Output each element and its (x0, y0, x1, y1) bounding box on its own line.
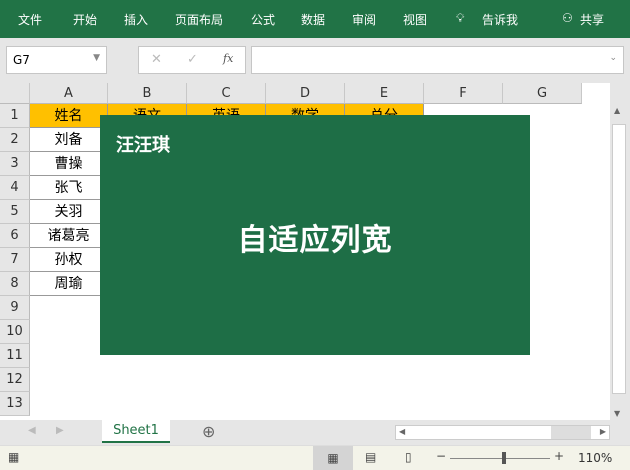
page-layout-view-icon[interactable]: ▤ (365, 450, 376, 464)
overlay-title: 自适应列宽 (237, 223, 393, 258)
row-header-4[interactable]: 4 (0, 176, 30, 200)
scroll-thumb[interactable] (612, 124, 626, 394)
sheet-tab-bar: ◀ ▶ Sheet1 ⊕ ◀ ▶ (0, 420, 630, 445)
tab-file[interactable]: 文件 (18, 11, 42, 28)
horizontal-scrollbar[interactable]: ◀ ▶ (395, 425, 610, 440)
tab-page-layout[interactable]: 页面布局 (175, 11, 223, 28)
title-overlay: 汪汪琪 自适应列宽 (100, 115, 530, 355)
column-header-D[interactable]: D (266, 83, 345, 104)
select-all-button[interactable] (0, 83, 30, 104)
tab-review[interactable]: 审阅 (352, 11, 376, 28)
name-box-value: G7 (13, 53, 30, 67)
name-cell[interactable]: 诸葛亮 (30, 224, 108, 248)
scroll-up-icon[interactable]: ▲ (614, 106, 620, 115)
tab-view[interactable]: 视图 (403, 11, 427, 28)
name-cell[interactable]: 刘备 (30, 128, 108, 152)
next-sheet-icon[interactable]: ▶ (56, 425, 64, 436)
row-header-1[interactable]: 1 (0, 104, 30, 128)
scroll-right-icon[interactable]: ▶ (600, 427, 606, 436)
status-bar: ▦ ▦ ▤ ▯ − + 110% (0, 445, 630, 470)
user-icon[interactable]: ⚇ (562, 11, 573, 25)
ribbon: 文件 开始 插入 页面布局 公式 数据 审阅 视图 💡︎ 告诉我 ⚇ 共享 (0, 0, 630, 38)
chevron-down-icon[interactable]: ▼ (93, 53, 100, 63)
column-header-F[interactable]: F (424, 83, 503, 104)
row-header-7[interactable]: 7 (0, 248, 30, 272)
zoom-level[interactable]: 110% (578, 451, 612, 465)
tab-home[interactable]: 开始 (73, 11, 97, 28)
sheet-tab-sheet1[interactable]: Sheet1 (102, 420, 170, 443)
tab-data[interactable]: 数据 (301, 11, 325, 28)
tab-insert[interactable]: 插入 (124, 11, 148, 28)
column-header-B[interactable]: B (108, 83, 187, 104)
name-cell[interactable]: 关羽 (30, 200, 108, 224)
page-break-view-icon[interactable]: ▯ (405, 450, 412, 464)
column-header-C[interactable]: C (187, 83, 266, 104)
zoom-slider-thumb[interactable] (502, 452, 506, 464)
cancel-icon[interactable]: ✕ (151, 52, 162, 67)
share-button[interactable]: 共享 (580, 11, 604, 28)
tab-formulas[interactable]: 公式 (251, 11, 275, 28)
row-header-3[interactable]: 3 (0, 152, 30, 176)
column-header-E[interactable]: E (345, 83, 424, 104)
row-header-11[interactable]: 11 (0, 344, 30, 368)
column-header-A[interactable]: A (30, 83, 108, 104)
scroll-down-icon[interactable]: ▼ (614, 409, 620, 418)
row-header-13[interactable]: 13 (0, 392, 30, 416)
row-header-9[interactable]: 9 (0, 296, 30, 320)
row-header-12[interactable]: 12 (0, 368, 30, 392)
name-cell[interactable]: 张飞 (30, 176, 108, 200)
zoom-out-button[interactable]: − (436, 449, 446, 463)
name-cell[interactable]: 曹操 (30, 152, 108, 176)
header-cell[interactable]: 姓名 (30, 104, 108, 128)
scroll-track[interactable] (551, 426, 591, 439)
normal-view-icon[interactable]: ▦ (313, 446, 353, 470)
name-cell[interactable]: 孙权 (30, 248, 108, 272)
row-header-10[interactable]: 10 (0, 320, 30, 344)
name-box[interactable]: G7 ▼ (6, 46, 107, 74)
row-header-5[interactable]: 5 (0, 200, 30, 224)
brand-logo: 汪汪琪 (116, 135, 170, 156)
vertical-scrollbar[interactable]: ▲ ▼ (610, 104, 628, 420)
zoom-in-button[interactable]: + (554, 449, 564, 463)
zoom-slider[interactable] (450, 458, 550, 459)
lightbulb-icon[interactable]: 💡︎ (456, 11, 464, 26)
row-header-6[interactable]: 6 (0, 224, 30, 248)
insert-function-icon[interactable]: fx (223, 52, 233, 65)
tell-me-button[interactable]: 告诉我 (482, 11, 518, 28)
row-header-2[interactable]: 2 (0, 128, 30, 152)
formula-buttons: ✕ ✓ fx (138, 46, 246, 74)
column-header-G[interactable]: G (503, 83, 582, 104)
enter-icon[interactable]: ✓ (187, 52, 198, 67)
expand-icon[interactable]: ⌄ (609, 53, 617, 63)
add-sheet-icon[interactable]: ⊕ (202, 422, 215, 441)
scroll-left-icon[interactable]: ◀ (399, 427, 405, 436)
row-header-8[interactable]: 8 (0, 272, 30, 296)
formula-input[interactable]: ⌄ (251, 46, 624, 74)
name-cell[interactable]: 周瑜 (30, 272, 108, 296)
macro-record-icon[interactable]: ▦ (8, 450, 19, 464)
prev-sheet-icon[interactable]: ◀ (28, 425, 36, 436)
